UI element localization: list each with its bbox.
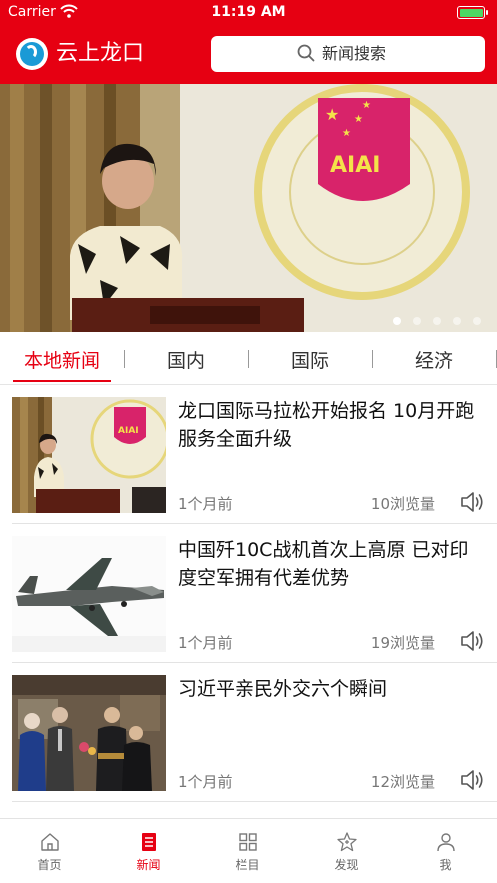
top-bar: Carrier 11:19 AM 云上龙口 新闻搜索 [0,0,497,84]
news-age: 1个月前 [178,495,233,513]
active-tab-indicator [13,380,111,382]
svg-text:★: ★ [342,128,351,139]
user-icon [436,833,455,852]
nav-news[interactable]: 新闻 [99,819,198,883]
news-list: AIAI 龙口国际马拉松开始报名 10月开跑服务全面升级 1个月前 10浏览量 [0,385,497,802]
nav-label: 我 [439,858,452,872]
svg-text:★: ★ [362,100,371,111]
news-title: 习近平亲民外交六个瞬间 [178,678,388,700]
news-age: 1个月前 [178,773,233,791]
carousel-dot[interactable] [432,317,441,325]
tab-international[interactable]: 国际 [260,346,360,373]
app-screen: Carrier 11:19 AM 云上龙口 新闻搜索 ★ ★ ★ ★ AIAI … [0,0,497,883]
carousel-dot[interactable] [392,317,401,325]
speaker-icon[interactable] [459,489,485,515]
nav-columns[interactable]: 栏目 [198,819,297,883]
news-thumbnail: AIAI [12,397,166,513]
carousel-dot[interactable] [452,317,461,325]
svg-text:AIAI: AIAI [330,153,380,178]
app-logo [16,38,48,70]
nav-discover[interactable]: 发现 [297,819,396,883]
nav-home[interactable]: 首页 [0,819,99,883]
news-title: 中国歼10C战机首次上高原 已对印度空军拥有代差优势 [178,539,469,589]
svg-text:★: ★ [325,105,339,124]
battery-icon [457,6,488,19]
tab-separator [248,350,249,368]
nav-me[interactable]: 我 [396,819,495,883]
news-item[interactable]: AIAI 龙口国际马拉松开始报名 10月开跑服务全面升级 1个月前 10浏览量 [0,385,497,524]
nav-label: 新闻 [136,858,161,872]
news-item[interactable]: 中国歼10C战机首次上高原 已对印度空军拥有代差优势 1个月前 19浏览量 [0,524,497,663]
news-age: 1个月前 [178,634,233,652]
status-bar: Carrier 11:19 AM [0,0,497,26]
nav-label: 首页 [37,858,62,872]
carousel-dot[interactable] [473,317,481,325]
news-views: 19浏览量 [370,634,435,652]
category-tabs: 本地新闻 国内 国际 经济 [0,332,497,384]
banner-carousel[interactable]: ★ ★ ★ ★ AIAI [0,84,497,332]
svg-text:AIAI: AIAI [118,426,139,436]
tab-local-news[interactable]: 本地新闻 [12,346,112,373]
news-item[interactable]: 习近平亲民外交六个瞬间 1个月前 12浏览量 [0,663,497,802]
news-views: 12浏览量 [370,773,435,791]
svg-text:★: ★ [354,114,363,125]
search-placeholder: 新闻搜索 [322,44,387,63]
news-thumbnail [12,536,166,652]
carousel-dot[interactable] [412,317,421,325]
news-icon [141,833,156,851]
speaker-icon[interactable] [459,767,485,793]
discover-icon [336,832,357,852]
tab-separator [372,350,373,368]
news-views: 10浏览量 [370,495,435,513]
banner-image: ★ ★ ★ ★ AIAI [0,84,497,332]
search-icon [297,44,315,62]
news-title: 龙口国际马拉松开始报名 10月开跑服务全面升级 [178,400,475,450]
nav-label: 栏目 [235,858,260,872]
bottom-tab-bar: 首页 新闻 栏目 发现 我 [0,818,497,883]
nav-label: 发现 [334,858,359,872]
search-bar[interactable]: 新闻搜索 [211,36,485,72]
clock: 11:19 AM [211,4,286,20]
grid-icon [238,833,257,851]
speaker-icon[interactable] [459,628,485,654]
tab-separator [124,350,125,368]
home-icon [40,833,59,851]
news-thumbnail [12,675,166,791]
list-divider [12,801,497,802]
carousel-dots [386,310,481,325]
app-title: 云上龙口 [56,41,145,66]
tab-domestic[interactable]: 国内 [136,346,236,373]
tab-economy[interactable]: 经济 [384,346,484,373]
